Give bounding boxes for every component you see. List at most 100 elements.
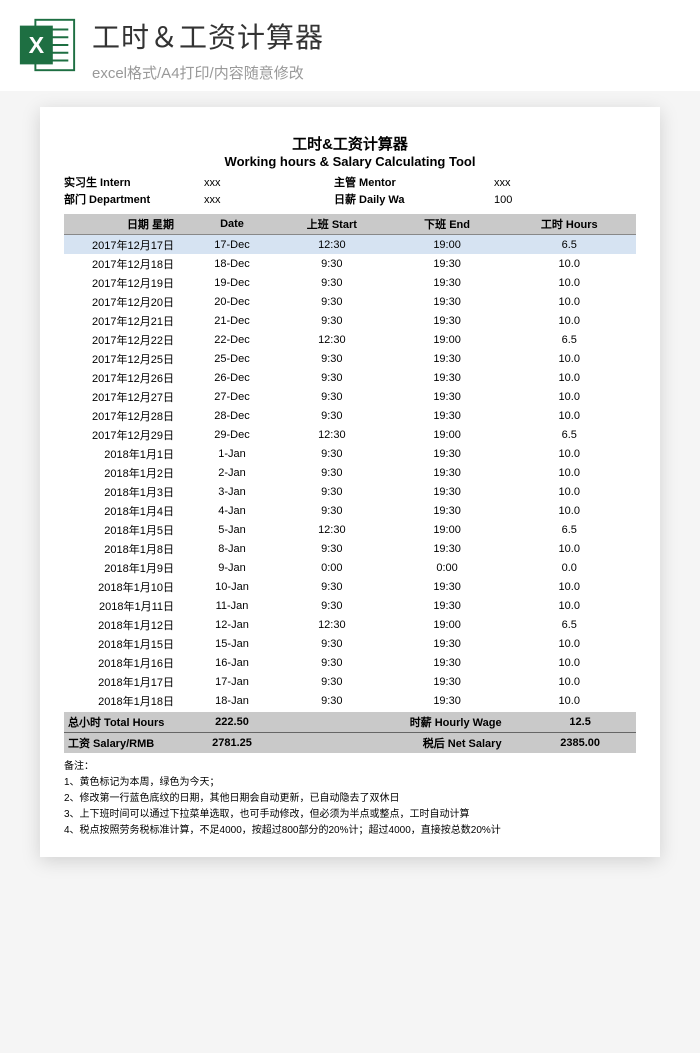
cell-hours: 10.0 (503, 463, 637, 482)
cell-cn: 2018年1月12日 (64, 615, 192, 634)
cell-en: 21-Dec (192, 311, 272, 330)
cell-cn: 2018年1月17日 (64, 672, 192, 691)
cell-end: 19:30 (392, 387, 503, 406)
col-start: 上班 Start (272, 214, 392, 235)
cell-hours: 10.0 (503, 387, 637, 406)
note-line: 4、税点按照劳务税标准计算，不足4000，按超过800部分的20%计；超过400… (64, 823, 636, 839)
cell-cn: 2017年12月17日 (64, 235, 192, 255)
cell-start: 9:30 (272, 273, 392, 292)
cell-en: 25-Dec (192, 349, 272, 368)
cell-end: 19:00 (392, 520, 503, 539)
cell-end: 19:30 (392, 501, 503, 520)
cell-en: 10-Jan (192, 577, 272, 596)
cell-hours: 10.0 (503, 482, 637, 501)
table-row: 2018年1月11日11-Jan9:3019:3010.0 (64, 596, 636, 615)
dept-label: 部门 Department (64, 192, 204, 209)
cell-end: 0:00 (392, 558, 503, 577)
cell-en: 17-Jan (192, 672, 272, 691)
table-row: 2017年12月18日18-Dec9:3019:3010.0 (64, 254, 636, 273)
table-row: 2018年1月15日15-Jan9:3019:3010.0 (64, 634, 636, 653)
cell-hours: 10.0 (503, 406, 637, 425)
cell-hours: 0.0 (503, 558, 637, 577)
cell-start: 9:30 (272, 691, 392, 710)
table-row: 2018年1月8日8-Jan9:3019:3010.0 (64, 539, 636, 558)
cell-en: 19-Dec (192, 273, 272, 292)
table-row: 2017年12月17日17-Dec12:3019:006.5 (64, 235, 636, 255)
cell-end: 19:30 (392, 672, 503, 691)
cell-cn: 2017年12月18日 (64, 254, 192, 273)
daily-label: 日薪 Daily Wa (334, 192, 494, 209)
cell-cn: 2018年1月15日 (64, 634, 192, 653)
col-date-cn: 日期 星期 (64, 214, 192, 235)
cell-en: 2-Jan (192, 463, 272, 482)
cell-en: 18-Dec (192, 254, 272, 273)
cell-end: 19:30 (392, 577, 503, 596)
cell-start: 0:00 (272, 558, 392, 577)
dept-value: xxx (204, 192, 334, 209)
cell-hours: 6.5 (503, 330, 637, 349)
cell-hours: 6.5 (503, 520, 637, 539)
cell-start: 9:30 (272, 672, 392, 691)
table-row: 2018年1月1日1-Jan9:3019:3010.0 (64, 444, 636, 463)
cell-en: 22-Dec (192, 330, 272, 349)
cell-en: 26-Dec (192, 368, 272, 387)
cell-start: 9:30 (272, 444, 392, 463)
cell-start: 12:30 (272, 615, 392, 634)
cell-start: 9:30 (272, 387, 392, 406)
table-row: 2017年12月28日28-Dec9:3019:3010.0 (64, 406, 636, 425)
cell-en: 3-Jan (192, 482, 272, 501)
cell-en: 15-Jan (192, 634, 272, 653)
cell-en: 29-Dec (192, 425, 272, 444)
cell-end: 19:30 (392, 292, 503, 311)
app-header: X 工时＆工资计算器 excel格式/A4打印/内容随意修改 (0, 0, 700, 91)
cell-start: 12:30 (272, 425, 392, 444)
cell-cn: 2017年12月28日 (64, 406, 192, 425)
cell-en: 28-Dec (192, 406, 272, 425)
cell-end: 19:30 (392, 444, 503, 463)
cell-start: 9:30 (272, 501, 392, 520)
table-header-row: 日期 星期 Date 上班 Start 下班 End 工时 Hours (64, 214, 636, 235)
cell-hours: 10.0 (503, 292, 637, 311)
notes-section: 备注： 1、黄色标记为本周，绿色为今天； 2、修改第一行蓝色底纹的日期，其他日期… (64, 759, 636, 839)
cell-cn: 2018年1月18日 (64, 691, 192, 710)
info-row: 实习生 Intern xxx 主管 Mentor xxx (64, 175, 636, 192)
cell-start: 9:30 (272, 368, 392, 387)
cell-end: 19:00 (392, 615, 503, 634)
page-subtitle: excel格式/A4打印/内容随意修改 (92, 62, 684, 83)
cell-end: 19:30 (392, 311, 503, 330)
cell-hours: 10.0 (503, 672, 637, 691)
cell-end: 19:00 (392, 330, 503, 349)
net-label: 税后 Net Salary (272, 733, 506, 754)
cell-hours: 10.0 (503, 273, 637, 292)
cell-hours: 10.0 (503, 444, 637, 463)
cell-start: 9:30 (272, 482, 392, 501)
cell-hours: 6.5 (503, 425, 637, 444)
table-row: 2017年12月27日27-Dec9:3019:3010.0 (64, 387, 636, 406)
cell-cn: 2018年1月8日 (64, 539, 192, 558)
cell-hours: 10.0 (503, 349, 637, 368)
cell-cn: 2017年12月20日 (64, 292, 192, 311)
net-value: 2385.00 (524, 733, 636, 754)
cell-end: 19:00 (392, 235, 503, 255)
cell-en: 16-Jan (192, 653, 272, 672)
cell-start: 12:30 (272, 330, 392, 349)
cell-end: 19:30 (392, 349, 503, 368)
col-end: 下班 End (392, 214, 503, 235)
hours-table: 日期 星期 Date 上班 Start 下班 End 工时 Hours 2017… (64, 214, 636, 710)
note-line: 1、黄色标记为本周，绿色为今天； (64, 775, 636, 791)
cell-cn: 2017年12月19日 (64, 273, 192, 292)
table-row: 2018年1月12日12-Jan12:3019:006.5 (64, 615, 636, 634)
excel-icon: X (16, 14, 78, 76)
cell-start: 12:30 (272, 235, 392, 255)
hourly-label: 时薪 Hourly Wage (272, 712, 506, 733)
cell-cn: 2018年1月16日 (64, 653, 192, 672)
cell-cn: 2017年12月22日 (64, 330, 192, 349)
col-date-en: Date (192, 214, 272, 235)
notes-title: 备注： (64, 759, 636, 775)
cell-hours: 10.0 (503, 539, 637, 558)
totals-table: 总小时 Total Hours 222.50 时薪 Hourly Wage 12… (64, 712, 636, 753)
cell-start: 9:30 (272, 311, 392, 330)
cell-start: 9:30 (272, 577, 392, 596)
cell-end: 19:30 (392, 596, 503, 615)
total-hours-label: 总小时 Total Hours (64, 712, 192, 733)
